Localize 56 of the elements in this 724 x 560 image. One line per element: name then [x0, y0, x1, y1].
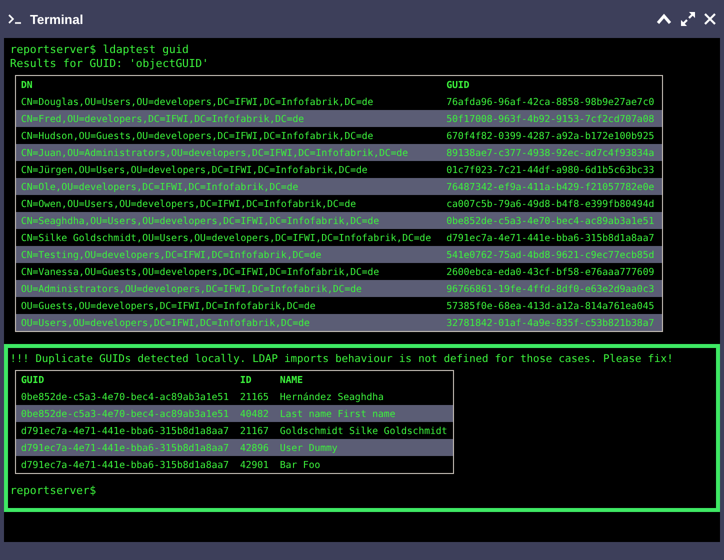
chevron-up-icon[interactable] [656, 13, 672, 25]
table-cell: 32781842-01af-4a9e-835f-c53b821b38a7 [441, 314, 662, 332]
table-cell: 96766861-19fe-4ffd-8df0-e63e2d9aa0c3 [441, 280, 662, 297]
table-cell: CN=Vanessa,OU=Guests,OU=developers,DC=IFWI,DC=Infofabrik,DC=de [16, 263, 442, 280]
terminal-icon [8, 14, 22, 24]
terminal-line: Results for GUID: 'objectGUID' [9, 57, 210, 71]
table-cell: 0be852de-c5a3-4e70-bec4-ac89ab3a1e51 [441, 212, 662, 229]
table-cell: Last name First name [274, 405, 454, 422]
table-cell: CN=Hudson,OU=Guests,OU=developers,DC=IFWI,DC=Infofabrik,DC=de [16, 127, 442, 144]
table-cell: 670f4f82-0399-4287-a92a-b172e100b925 [441, 127, 662, 144]
table-cell: CN=Testing,OU=developers,DC=IFWI,DC=Infofabrik,DC=de [16, 246, 442, 263]
table-cell: 76afda96-96af-42ca-8858-98b9e27ae7c0 [441, 93, 662, 110]
table-cell: CN=Owen,OU=Users,OU=developers,DC=IFWI,DC=Infofabrik,DC=de [16, 195, 442, 212]
table-cell: 40482 [234, 405, 275, 422]
terminal-prompt[interactable]: reportserver$ [8, 484, 716, 498]
column-header: NAME [274, 370, 454, 388]
table-cell: 50f17008-963f-4b92-9153-7cf2cd707a08 [441, 110, 662, 127]
table-cell: 89138ae7-c377-4938-92ec-ad7c4f93834a [441, 144, 662, 161]
column-header: DN [16, 76, 442, 93]
table-cell: CN=Silke Goldschmidt,OU=Users,OU=developers,DC=IFWI,DC=Infofabrik,DC=de [16, 229, 442, 246]
table-cell: Goldschmidt Silke Goldschmidt [274, 422, 454, 439]
table-cell: d791ec7a-4e71-441e-bba6-315b8d1a8aa7 [16, 439, 235, 456]
table-cell: 21167 [234, 422, 275, 439]
close-icon[interactable] [704, 13, 716, 25]
terminal-line: reportserver$ ldaptest guid [9, 43, 190, 57]
table-cell: d791ec7a-4e71-441e-bba6-315b8d1a8aa7 [16, 422, 235, 439]
table-cell: CN=Seaghdha,OU=Users,OU=developers,DC=IFWI,DC=Infofabrik,DC=de [16, 212, 442, 229]
table-cell: CN=Jürgen,OU=Users,OU=developers,DC=IFWI,DC=Infofabrik,DC=de [16, 161, 442, 178]
expand-icon[interactable] [680, 11, 696, 27]
table-cell: 0be852de-c5a3-4e70-bec4-ac89ab3a1e51 [16, 388, 235, 405]
column-header: GUID [441, 76, 662, 93]
window-title: Terminal [30, 12, 84, 26]
column-header: ID [234, 370, 275, 388]
column-header: GUID [16, 370, 235, 388]
table-cell: 42896 [234, 439, 275, 456]
table-cell: Hernández Seaghdha [274, 388, 454, 405]
table-cell: User Dummy [274, 439, 454, 456]
table-cell: 76487342-ef9a-411a-b429-f21057782e0e [441, 178, 662, 195]
table-cell: CN=Ole,OU=developers,DC=IFWI,DC=Infofabrik,DC=de [16, 178, 442, 195]
table-cell: 42901 [234, 456, 275, 474]
table-cell: 57385f0e-68ea-413d-a12a-814a761ea045 [441, 297, 662, 314]
table-cell: CN=Juan,OU=Administrators,OU=developers,DC=IFWI,DC=Infofabrik,DC=de [16, 144, 442, 161]
table-cell: OU=Users,OU=developers,DC=IFWI,DC=Infofabrik,DC=de [16, 314, 442, 332]
table-cell: Bar Foo [274, 456, 454, 474]
table-cell: OU=Guests,OU=developers,DC=IFWI,DC=Infofabrik,DC=de [16, 297, 442, 314]
table-cell: d791ec7a-4e71-441e-bba6-315b8d1a8aa7 [16, 456, 235, 474]
table-cell: 01c7f023-7c21-44df-a980-6d1b5c63bc33 [441, 161, 662, 178]
table-cell: CN=Douglas,OU=Users,OU=developers,DC=IFWI,DC=Infofabrik,DC=de [16, 93, 442, 110]
table-cell: 541e0762-75ad-4bd8-9621-c9ec77ecb85d [441, 246, 662, 263]
table-cell: ca007c5b-79a6-49d8-b4f8-e399fb80494d [441, 195, 662, 212]
table-cell: 2600ebca-eda0-43cf-bf58-e76aaa777609 [441, 263, 662, 280]
table-cell: 0be852de-c5a3-4e70-bec4-ac89ab3a1e51 [16, 405, 235, 422]
table-cell: CN=Fred,OU=developers,DC=IFWI,DC=Infofabrik,DC=de [16, 110, 442, 127]
table-cell: d791ec7a-4e71-441e-bba6-315b8d1a8aa7 [441, 229, 662, 246]
warning-message: !!! Duplicate GUIDs detected locally. LDAP imports behaviour is not defined for those cases. Please fix! [9, 352, 674, 366]
table-cell: OU=Administrators,OU=developers,DC=IFWI,DC=Infofabrik,DC=de [16, 280, 442, 297]
